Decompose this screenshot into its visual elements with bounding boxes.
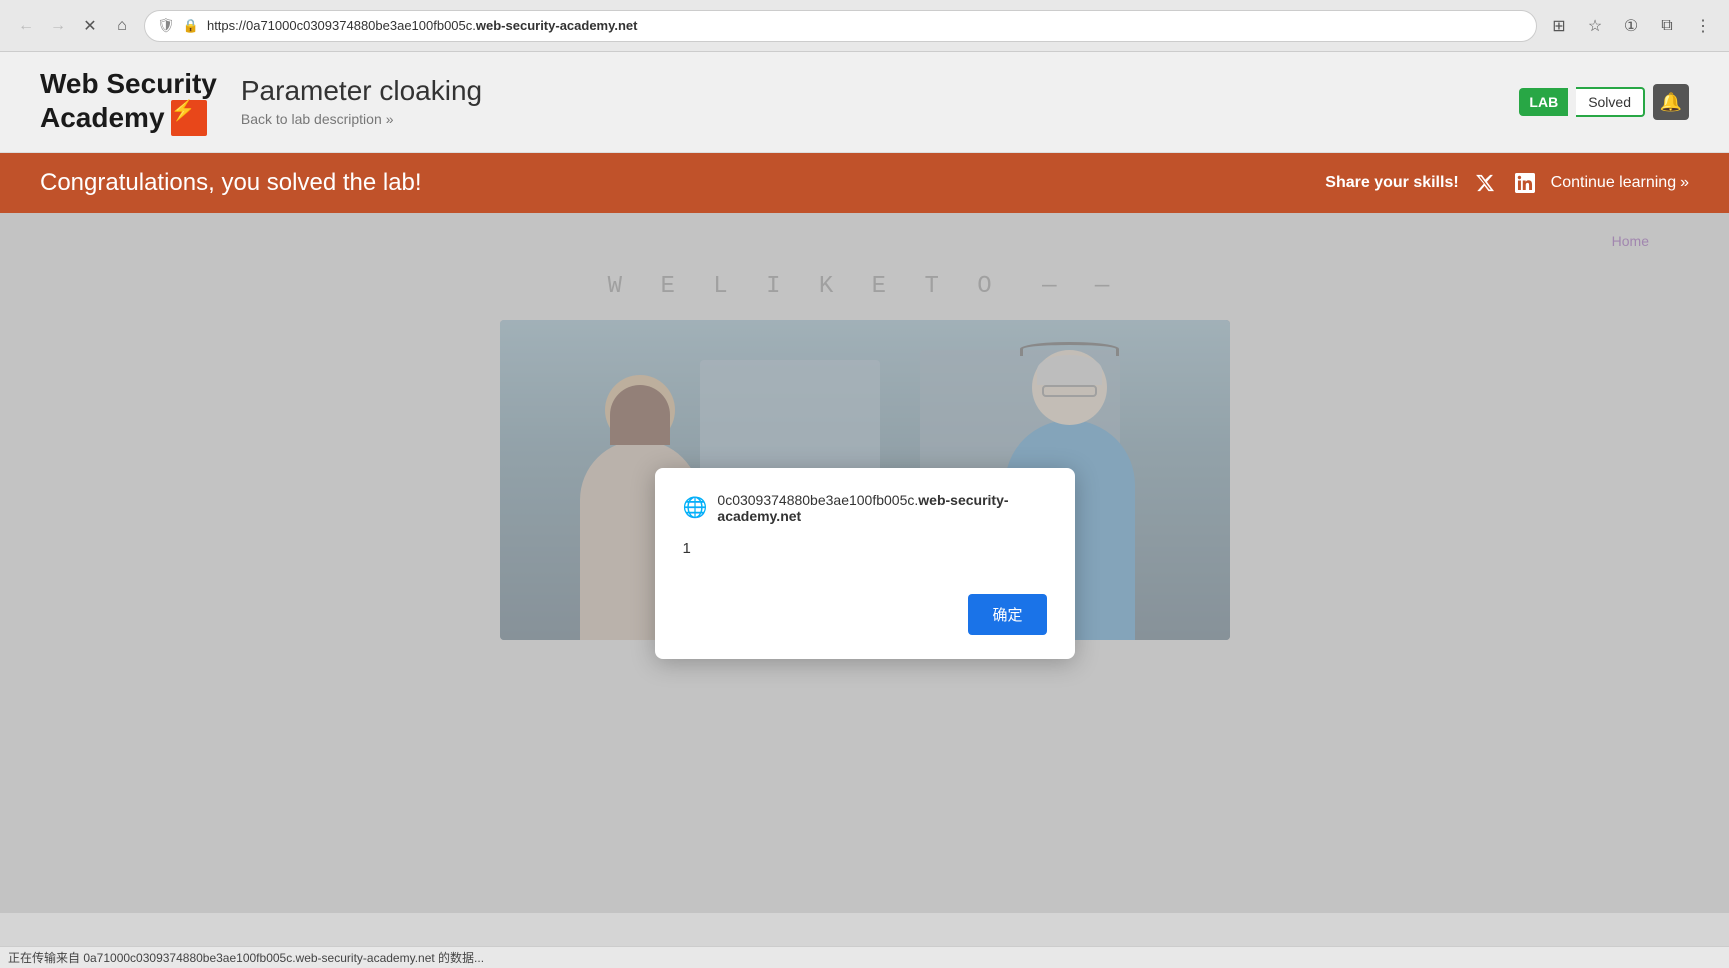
back-to-lab-link[interactable]: Back to lab description » bbox=[241, 111, 394, 127]
menu-button[interactable]: ⋮ bbox=[1689, 12, 1717, 40]
logo-text: Web Security Academy ⚡ bbox=[40, 68, 217, 136]
continue-chevrons: » bbox=[1680, 174, 1689, 192]
site-header: Web Security Academy ⚡ Parameter cloakin… bbox=[0, 52, 1729, 153]
continue-label: Continue learning bbox=[1551, 174, 1676, 192]
logo-line2: Academy bbox=[40, 102, 165, 134]
address-bar[interactable]: 🛡 🔒 https://0a71000c0309374880be3ae100fb… bbox=[144, 10, 1537, 42]
browser-chrome: ← → ✕ ⌂ 🛡 🔒 https://0a71000c0309374880be… bbox=[0, 0, 1729, 52]
page-content: Home W E L I K E T O — — bbox=[0, 213, 1729, 913]
bell-icon: 🔔 bbox=[1660, 92, 1682, 113]
dialog-box: 🌐 0c0309374880be3ae100fb005c.web-securit… bbox=[655, 468, 1075, 659]
solved-label: Solved bbox=[1576, 87, 1645, 117]
congrats-banner: Congratulations, you solved the lab! Sha… bbox=[0, 153, 1729, 213]
status-bar: 正在传输来自 0a71000c0309374880be3ae100fb005c.… bbox=[0, 946, 1729, 968]
lab-status: LAB Solved 🔔 bbox=[1519, 84, 1689, 120]
logo-line1: Web Security bbox=[40, 68, 217, 100]
share-section: Share your skills! Continue learning » bbox=[1325, 169, 1689, 197]
logo-icon: ⚡ bbox=[171, 100, 207, 136]
qr-button[interactable]: ⊞ bbox=[1545, 12, 1573, 40]
lab-title: Parameter cloaking bbox=[241, 75, 1496, 107]
confirm-button[interactable]: 确定 bbox=[968, 594, 1046, 635]
home-button[interactable]: ⌂ bbox=[108, 12, 136, 40]
congrats-text: Congratulations, you solved the lab! bbox=[40, 169, 1301, 197]
profile-button[interactable]: ① bbox=[1617, 12, 1645, 40]
logo-container: Web Security Academy ⚡ bbox=[40, 68, 217, 136]
status-text: 正在传输来自 0a71000c0309374880be3ae100fb005c.… bbox=[8, 949, 484, 966]
reload-button[interactable]: ✕ bbox=[76, 12, 104, 40]
lab-title-section: Parameter cloaking Back to lab descripti… bbox=[241, 75, 1496, 129]
bookmark-button[interactable]: ☆ bbox=[1581, 12, 1609, 40]
globe-icon: 🌐 bbox=[683, 495, 708, 520]
back-link-text: Back to lab description bbox=[241, 111, 382, 127]
extensions-button[interactable]: ⧉ bbox=[1653, 12, 1681, 40]
dialog-message: 1 bbox=[683, 540, 1047, 570]
url-prefix: https://0a71000c0309374880be3ae100fb005c… bbox=[207, 18, 476, 33]
alert-button[interactable]: 🔔 bbox=[1653, 84, 1689, 120]
back-button[interactable]: ← bbox=[12, 12, 40, 40]
dialog-overlay: 🌐 0c0309374880be3ae100fb005c.web-securit… bbox=[0, 213, 1729, 913]
lab-badge: LAB bbox=[1519, 88, 1568, 116]
share-label: Share your skills! bbox=[1325, 174, 1458, 192]
dialog-header: 🌐 0c0309374880be3ae100fb005c.web-securit… bbox=[683, 492, 1047, 524]
browser-actions: ⊞ ☆ ① ⧉ ⋮ bbox=[1545, 12, 1717, 40]
twitter-icon[interactable] bbox=[1471, 169, 1499, 197]
url-domain: web-security-academy.net bbox=[476, 18, 638, 33]
lock-icon: 🔒 bbox=[183, 18, 199, 34]
nav-buttons: ← → ✕ ⌂ bbox=[12, 12, 136, 40]
dialog-url: 0c0309374880be3ae100fb005c.web-security-… bbox=[717, 492, 1046, 524]
dialog-footer: 确定 bbox=[683, 594, 1047, 635]
shield-icon: 🛡 bbox=[157, 17, 175, 34]
back-link-chevron: » bbox=[386, 111, 394, 127]
continue-learning-link[interactable]: Continue learning » bbox=[1551, 174, 1689, 192]
address-text: https://0a71000c0309374880be3ae100fb005c… bbox=[207, 18, 1524, 33]
dialog-url-prefix: 0c0309374880be3ae100fb005c. bbox=[717, 492, 918, 508]
linkedin-icon[interactable] bbox=[1511, 169, 1539, 197]
page-wrapper: Web Security Academy ⚡ Parameter cloakin… bbox=[0, 52, 1729, 968]
forward-button[interactable]: → bbox=[44, 12, 72, 40]
